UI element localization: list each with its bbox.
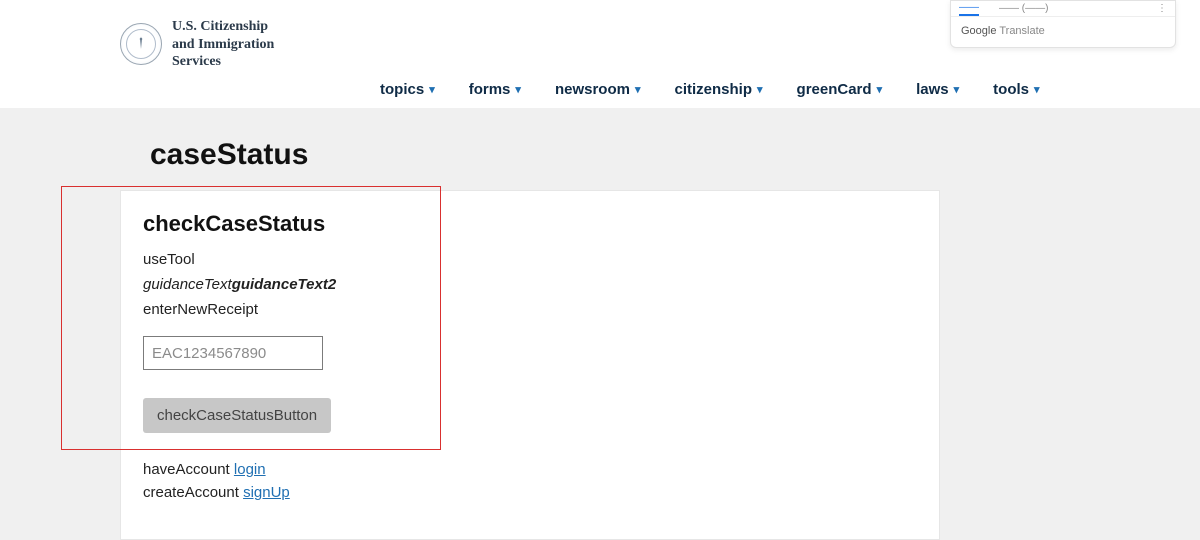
card-content: checkCaseStatus useTool guidanceTextguid… <box>121 191 939 517</box>
chevron-down-icon: ▾ <box>515 83 521 96</box>
nav-label: laws <box>916 81 949 98</box>
chevron-down-icon: ▾ <box>757 83 763 96</box>
signup-link[interactable]: signUp <box>243 484 290 501</box>
use-tool-text: useTool <box>143 251 917 268</box>
have-account-line: haveAccount login <box>143 461 917 478</box>
enter-receipt-label: enterNewReceipt <box>143 301 917 318</box>
page-title: caseStatus <box>150 138 940 172</box>
nav-label: topics <box>380 81 424 98</box>
site-header: U.S. Citizenship and Immigration Service… <box>0 0 1200 108</box>
chevron-down-icon: ▾ <box>877 83 883 96</box>
google-label: Google <box>961 25 996 37</box>
agency-line1: U.S. Citizenship <box>172 18 274 36</box>
nav-label: forms <box>469 81 511 98</box>
nav-label: tools <box>993 81 1029 98</box>
nav-laws[interactable]: laws ▾ <box>916 81 959 98</box>
main-content: caseStatus checkCaseStatus useTool guida… <box>120 138 940 540</box>
agency-name: U.S. Citizenship and Immigration Service… <box>172 18 274 71</box>
guidance-text-1: guidanceText <box>143 276 232 293</box>
guidance-text-2: guidanceText2 <box>232 276 336 293</box>
create-account-line: createAccount signUp <box>143 484 917 501</box>
nav-green-card[interactable]: greenCard ▾ <box>797 81 883 98</box>
liberty-icon <box>131 34 151 54</box>
agency-line3: Services <box>172 53 274 71</box>
chevron-down-icon: ▾ <box>429 83 435 96</box>
nav-tools[interactable]: tools ▾ <box>993 81 1039 98</box>
have-account-prefix: haveAccount <box>143 461 234 478</box>
nav-forms[interactable]: forms ▾ <box>469 81 521 98</box>
nav-citizenship[interactable]: citizenship ▾ <box>674 81 762 98</box>
nav-topics[interactable]: topics ▾ <box>380 81 435 98</box>
guidance-line: guidanceTextguidanceText2 <box>143 276 917 293</box>
chevron-down-icon: ▾ <box>1034 83 1040 96</box>
section-title: checkCaseStatus <box>143 211 917 237</box>
login-link[interactable]: login <box>234 461 266 478</box>
uscis-seal-icon <box>120 23 162 65</box>
google-translate-widget[interactable]: —— —— (——) ⋮ Google Translate <box>950 0 1176 48</box>
nav-label: newsroom <box>555 81 630 98</box>
translate-label: Translate <box>996 25 1044 37</box>
create-account-prefix: createAccount <box>143 484 243 501</box>
translate-menu-icon[interactable]: ⋮ <box>1157 3 1167 14</box>
check-case-status-button[interactable]: checkCaseStatusButton <box>143 398 331 433</box>
nav-label: citizenship <box>674 81 752 98</box>
translate-tabs: —— —— (——) ⋮ <box>951 1 1175 17</box>
logo-area: U.S. Citizenship and Immigration Service… <box>120 18 274 71</box>
receipt-number-input[interactable] <box>143 336 323 370</box>
chevron-down-icon: ▾ <box>635 83 641 96</box>
primary-nav: topics ▾ forms ▾ newsroom ▾ citizenship … <box>0 81 1200 98</box>
account-links: haveAccount login createAccount signUp <box>143 461 917 501</box>
translate-attribution: Google Translate <box>951 17 1175 47</box>
agency-line2: and Immigration <box>172 36 274 54</box>
chevron-down-icon: ▾ <box>954 83 960 96</box>
nav-newsroom[interactable]: newsroom ▾ <box>555 81 641 98</box>
translate-tab-other[interactable]: —— (——) <box>999 3 1048 14</box>
nav-label: greenCard <box>797 81 872 98</box>
case-status-card: checkCaseStatus useTool guidanceTextguid… <box>120 190 940 540</box>
translate-tab-active[interactable]: —— <box>959 2 979 16</box>
